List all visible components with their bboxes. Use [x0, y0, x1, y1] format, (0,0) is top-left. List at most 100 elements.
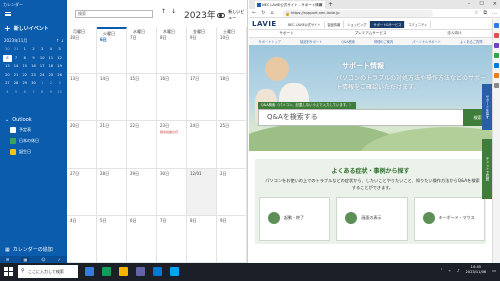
mini-day[interactable]: 30 [29, 80, 38, 87]
checkbox-icon[interactable] [10, 126, 16, 133]
mini-day[interactable]: 25 [47, 72, 56, 79]
qa-search-input[interactable]: Q&Aを検索する [258, 109, 464, 126]
calendar-item[interactable]: 予定表 [10, 126, 39, 133]
new-tab-icon[interactable]: + [328, 1, 333, 8]
site-logo[interactable]: LAVIE [252, 20, 277, 28]
volume-icon[interactable]: ♪ [457, 268, 460, 273]
day-cell[interactable]: 水曜日 7日 [127, 27, 157, 75]
refresh-icon[interactable]: ↻ [261, 10, 265, 16]
day-cell[interactable]: 24日 [187, 121, 217, 169]
mini-day[interactable]: 3 [55, 80, 64, 87]
network-icon[interactable]: ⌁ [449, 268, 451, 273]
home-icon[interactable]: ⌂ [270, 10, 273, 16]
day-cell[interactable]: 9日 [217, 215, 247, 263]
mini-day[interactable]: 2 [47, 80, 56, 87]
sub-nav-item[interactable]: サポートトップ [259, 39, 281, 44]
mini-day[interactable]: 22 [20, 72, 29, 79]
minimize-icon[interactable]: – [468, 1, 471, 7]
day-cell[interactable]: 14日 [97, 74, 127, 122]
add-icon[interactable] [494, 83, 499, 88]
day-cell[interactable]: 月曜日 30日 [67, 27, 97, 75]
day-cell[interactable]: 2日 [217, 168, 247, 216]
mini-day[interactable]: 3 [38, 46, 47, 53]
view-toggle[interactable]: 新しいビュー [215, 9, 247, 21]
shopping-icon[interactable] [494, 33, 499, 38]
mini-day[interactable]: 6 [20, 89, 29, 96]
mini-day[interactable]: 4 [47, 46, 56, 53]
checkbox-icon[interactable] [10, 148, 16, 155]
arrow-up-icon[interactable]: ↑ [161, 8, 166, 15]
day-cell[interactable]: 28日 [97, 168, 127, 216]
outlook-icon[interactable] [494, 73, 499, 78]
arrow-down-icon[interactable]: ↓ [171, 8, 176, 15]
sub-nav-item[interactable]: パーソナルサポート [412, 39, 441, 44]
day-cell[interactable]: 15日 [127, 74, 157, 122]
mini-day[interactable]: 24 [38, 72, 47, 79]
mail-icon[interactable]: ✉ [6, 257, 9, 262]
mini-day[interactable]: 31 [12, 46, 21, 53]
mini-day[interactable]: 9 [47, 89, 56, 96]
more-icon[interactable]: … [492, 10, 497, 16]
new-event-button[interactable]: + 新しいイベント [4, 24, 63, 33]
mini-day[interactable]: 10 [55, 89, 64, 96]
mini-day[interactable]: 9 [29, 55, 38, 62]
sub-nav-item[interactable]: 製品別サポート [300, 39, 322, 44]
day-cell[interactable]: 20日 [67, 121, 97, 169]
day-cell[interactable]: 12/01 [187, 168, 217, 216]
day-cell[interactable]: 6日 [127, 215, 157, 263]
close-icon[interactable]: × [320, 1, 323, 9]
day-cell[interactable]: 22日 [127, 121, 157, 169]
chevron-up-icon[interactable]: ˄ [441, 268, 443, 273]
mini-day[interactable]: 17 [38, 63, 47, 70]
mini-day[interactable]: 4 [3, 89, 12, 96]
day-cell[interactable]: 25日 [217, 121, 247, 169]
mini-day[interactable]: 10 [38, 55, 47, 62]
mini-day[interactable]: 19 [55, 63, 64, 70]
hamburger-menu-icon[interactable] [5, 12, 11, 16]
sub-nav-item[interactable]: 修理のご案内 [374, 39, 393, 44]
notification-icon[interactable]: ▭ [492, 268, 496, 273]
outlook-group[interactable]: ⌄ Outlook [5, 117, 32, 123]
day-cell[interactable]: 4日 [67, 215, 97, 263]
mini-day[interactable]: 8 [20, 55, 29, 62]
calendar-item[interactable]: 誕生日 [10, 148, 39, 155]
faq-card[interactable]: 起動・終了 [259, 197, 331, 241]
task-view-icon[interactable] [85, 267, 94, 276]
sub-nav-item[interactable]: 法人向け [447, 31, 461, 36]
day-cell[interactable]: 8日 [187, 215, 217, 263]
mini-day[interactable]: 7 [29, 89, 38, 96]
browser-tab[interactable]: NEC LAVIE公式サイト - サポート情報 × [255, 1, 325, 9]
day-cell[interactable]: 7日 [157, 215, 187, 263]
mini-day[interactable]: 14 [12, 63, 21, 70]
mini-day[interactable]: 1 [20, 46, 29, 53]
support-search-tab[interactable]: サポートを探す [482, 84, 492, 130]
mini-day[interactable]: 13 [3, 63, 12, 70]
sub-nav-item[interactable]: プレミアムサービス [354, 31, 386, 36]
day-cell[interactable]: 30日 [157, 168, 187, 216]
games-icon[interactable] [494, 53, 499, 58]
day-cell[interactable]: 23日 勤労感謝の日 [157, 121, 187, 169]
faq-card[interactable]: 画面の表示 [336, 197, 408, 241]
mini-day[interactable]: 1 [38, 80, 47, 87]
mini-nav-icons[interactable]: ↑ ↓ [56, 38, 64, 44]
calendar-icon[interactable]: ▦ [21, 257, 30, 262]
mini-day[interactable]: 5 [12, 89, 21, 96]
holiday-event[interactable]: 勤労感謝の日 [160, 130, 178, 134]
collections-icon[interactable]: ⧉ [483, 10, 487, 16]
mini-day[interactable]: 7 [12, 55, 21, 62]
clock[interactable]: 10:45 2023/11/06 [466, 265, 487, 275]
store-icon[interactable] [136, 267, 145, 276]
top-nav-item[interactable]: サポート&サービス [370, 21, 406, 28]
maximize-icon[interactable]: ☐ [479, 1, 483, 7]
mini-day[interactable]: 6 [3, 54, 12, 62]
day-cell[interactable]: 13日 [67, 74, 97, 122]
mini-day[interactable]: 26 [55, 72, 64, 79]
add-calendar-button[interactable]: ▦ カレンダーの追加 [5, 246, 53, 254]
explorer-icon[interactable] [119, 267, 128, 276]
checkbox-icon[interactable] [10, 137, 16, 144]
day-cell[interactable]: 5日 [97, 215, 127, 263]
mini-day[interactable]: 23 [29, 72, 38, 79]
faq-card[interactable]: キーボード・マウス [413, 197, 485, 241]
day-cell[interactable]: 火曜日 6日 [97, 27, 127, 75]
day-cell[interactable]: 土曜日 10日 [217, 27, 247, 75]
